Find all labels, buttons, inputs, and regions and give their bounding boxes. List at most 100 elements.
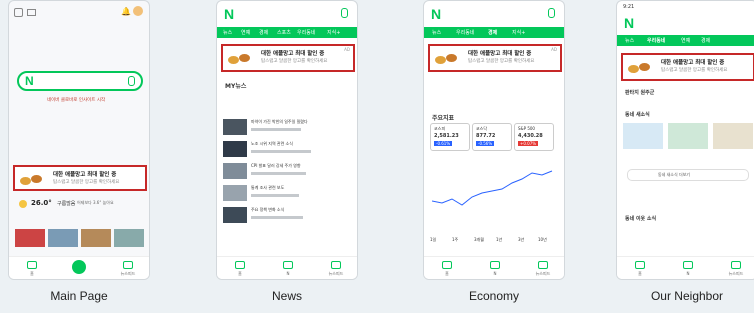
period-3m[interactable]: 3개월: [474, 237, 484, 243]
nav-home[interactable]: 홈: [625, 261, 655, 277]
bottom-nav: 홈 N 뉴스피드: [217, 256, 357, 279]
nav-home[interactable]: 홈: [432, 261, 462, 277]
bottom-nav: 홈 뉴스피드: [9, 256, 149, 279]
ad-tag: AD: [551, 47, 557, 52]
naver-logo: N: [25, 74, 34, 88]
bottom-nav: 홈 N 뉴스피드: [424, 256, 564, 279]
weather-sub: 어제보다 3.6° 높아요: [77, 200, 114, 205]
more-button[interactable]: 동네 새소식 더보기: [627, 169, 749, 181]
ad-subtitle: 탐스럽고 달콤한 망고를 확인하세요: [53, 180, 120, 185]
ad-title: 대한 애플망고 최대 할인 중: [661, 60, 725, 66]
ad-title: 대한 애플망고 최대 할인 중: [261, 51, 325, 57]
mic-icon[interactable]: [341, 8, 348, 18]
ad-subtitle: 탐스럽고 달콤한 망고를 확인하세요: [661, 68, 728, 73]
tab-sports[interactable]: 스포츠: [277, 29, 291, 36]
mango-image: [433, 49, 463, 66]
caption-neighbor: Our Neighbor: [650, 289, 724, 303]
nav-home[interactable]: 홈: [17, 261, 47, 277]
ad-banner-neighbor[interactable]: 대한 애플망고 최대 할인 중 탐스럽고 달콤한 망고를 확인하세요: [621, 53, 754, 81]
neighbor-cards[interactable]: [623, 123, 754, 163]
mic-icon[interactable]: [128, 76, 135, 86]
index-card-kospi[interactable]: 코스피 2,581.23 -0.61%: [430, 123, 470, 151]
bell-icon[interactable]: 🔔: [121, 7, 131, 16]
ad-title: 대한 애플망고 최대 할인 중: [53, 172, 117, 178]
period-1d[interactable]: 1일: [430, 237, 436, 243]
tab-neighbor[interactable]: 우리동네: [647, 37, 665, 44]
avatar[interactable]: [133, 6, 143, 16]
period-1w[interactable]: 1주: [452, 237, 458, 243]
location-label[interactable]: 판타지 원주군: [625, 89, 654, 96]
section-title-2: 동네 이웃 소식: [625, 216, 657, 222]
nav-n[interactable]: N: [273, 261, 303, 276]
phone-neighbor: 9:21 N 뉴스 우리동네 연예 경제 대한 애플망고 최대 할인 중 탐스럽…: [616, 0, 754, 280]
phone-main-page: 🔔 N 네이버 클로바로 인사이트 시작 대한 애플망고 최대 할인 중 탐스럽…: [8, 0, 150, 280]
tab-news[interactable]: 뉴스: [223, 29, 232, 36]
naver-logo: N: [431, 6, 442, 22]
tab-entertainment[interactable]: 연예: [681, 37, 690, 44]
tab-news[interactable]: 뉴스: [432, 29, 441, 36]
sun-icon: [19, 200, 27, 208]
nav-feed[interactable]: 뉴스피드: [113, 261, 143, 277]
caption-economy: Economy: [468, 289, 520, 303]
period-3y[interactable]: 3년: [518, 237, 524, 243]
ad-banner-news[interactable]: 대한 애플망고 최대 할인 중 탐스럽고 달콤한 망고를 확인하세요 AD: [221, 44, 355, 72]
news-row[interactable]: CPI 발표 달러 강세 주가 영향: [223, 163, 353, 181]
economy-tabs: 뉴스 우리동네 경제 지식+: [424, 27, 564, 38]
tab-economy[interactable]: 경제: [259, 29, 268, 36]
mango-image: [226, 49, 256, 66]
nav-feed[interactable]: 뉴스피드: [321, 261, 351, 277]
menu-icon[interactable]: [27, 9, 36, 16]
caption-main: Main Page: [50, 289, 108, 303]
notice-text: 네이버 클로바로 인사이트 시작: [47, 98, 106, 103]
ad-tag: AD: [344, 47, 350, 52]
section-title: 주요지표: [432, 115, 455, 122]
news-row[interactable]: 마약이 가진 박힌의 일주일 밀렸다: [223, 119, 353, 137]
ad-banner-main[interactable]: 대한 애플망고 최대 할인 중 탐스럽고 달콤한 망고를 확인하세요: [13, 165, 147, 191]
temperature: 26.0°: [31, 199, 52, 207]
tab-entertainment[interactable]: 연예: [241, 29, 250, 36]
green-dot-button[interactable]: [72, 260, 86, 274]
nav-feed[interactable]: 뉴스피드: [721, 261, 751, 277]
search-bar[interactable]: N: [17, 71, 143, 91]
index-line-chart: [432, 170, 553, 206]
nav-n[interactable]: N: [673, 261, 703, 276]
tab-news[interactable]: 뉴스: [625, 37, 634, 44]
ad-banner-economy[interactable]: 대한 애플망고 최대 할인 중 탐스럽고 달콤한 망고를 확인하세요 AD: [428, 44, 562, 72]
tab-neighbor[interactable]: 우리동네: [456, 29, 474, 36]
tab-economy[interactable]: 경제: [488, 29, 497, 36]
ad-subtitle: 탐스럽고 달콤한 망고를 확인하세요: [468, 59, 535, 64]
nav-feed[interactable]: 뉴스피드: [528, 261, 558, 277]
phone-economy: N 뉴스 우리동네 경제 지식+ 대한 애플망고 최대 할인 중 탐스럽고 달콤…: [423, 0, 565, 280]
weather-widget[interactable]: 26.0° 구름많음 어제보다 3.6° 높아요: [15, 197, 145, 211]
weather-text: 구름많음: [57, 201, 76, 207]
caption-news: News: [271, 289, 302, 303]
mango-image: [626, 58, 656, 75]
nav-n[interactable]: N: [480, 261, 510, 276]
bottom-nav: 홈 N 뉴스피드: [617, 256, 754, 279]
tab-knowledge[interactable]: 지식+: [512, 29, 525, 36]
index-card-kosdaq[interactable]: 코스닥 877.72 -0.56%: [472, 123, 512, 151]
news-row[interactable]: 통계 조사 관련 보도: [223, 185, 353, 203]
period-10y[interactable]: 10년: [538, 237, 547, 243]
period-tabs: 1일 1주 3개월 1년 3년 10년: [430, 237, 560, 245]
news-row[interactable]: 주요 정책 변화 소식: [223, 207, 353, 225]
status-time: 9:21: [623, 4, 635, 10]
section-title: 동네 새소식: [625, 112, 650, 118]
nav-home[interactable]: 홈: [225, 261, 255, 277]
naver-logo: N: [624, 15, 635, 31]
news-tabs: 뉴스 연예 경제 스포츠 우리동네 지식+: [217, 27, 357, 38]
content-thumbnails: [15, 229, 145, 247]
index-card-sp500[interactable]: S&P 500 4,430.28 +0.07%: [514, 123, 554, 151]
tab-neighbor[interactable]: 우리동네: [297, 29, 315, 36]
news-row[interactable]: 노조 시위 지역 관련 소식: [223, 141, 353, 159]
tab-economy[interactable]: 경제: [701, 37, 710, 44]
period-1y[interactable]: 1년: [496, 237, 502, 243]
mango-image: [18, 170, 48, 187]
home-icon[interactable]: [14, 8, 23, 17]
ad-subtitle: 탐스럽고 달콤한 망고를 확인하세요: [261, 59, 328, 64]
tab-knowledge[interactable]: 지식+: [327, 29, 340, 36]
ad-title: 대한 애플망고 최대 할인 중: [468, 51, 532, 57]
section-title: MY뉴스: [225, 83, 247, 90]
neighbor-tabs: 뉴스 우리동네 연예 경제: [617, 35, 754, 46]
mic-icon[interactable]: [548, 8, 555, 18]
